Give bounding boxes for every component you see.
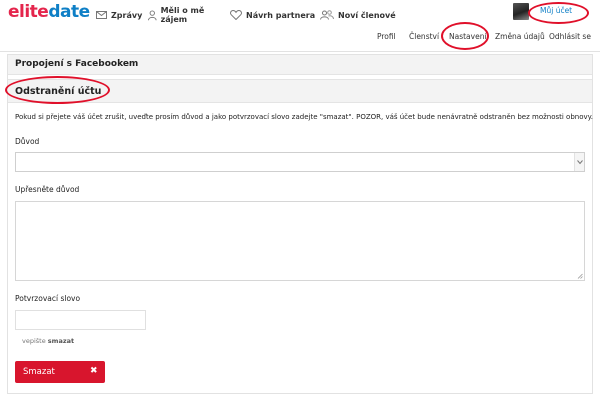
confirm-word-hint: vepište smazat <box>22 337 75 345</box>
person-icon <box>148 9 157 20</box>
details-textarea[interactable] <box>15 201 585 281</box>
account-subnav: Profil Členství Nastavení Změna údajů Od… <box>0 32 600 44</box>
resize-grip-icon[interactable] <box>577 273 583 279</box>
close-icon: ✖ <box>90 366 98 376</box>
confirm-word-label: Potvrzovací slovo <box>15 294 81 303</box>
nav-new-members[interactable]: Noví členové <box>320 6 410 24</box>
subnav-settings[interactable]: Nastavení <box>449 32 487 41</box>
chevron-down-icon <box>574 153 584 171</box>
confirm-word-input[interactable] <box>15 310 146 330</box>
settings-panel: Propojení s Facebookem Odstranění účtu P… <box>7 54 593 394</box>
nav-partner-suggestion[interactable]: Návrh partnera <box>230 6 320 24</box>
delete-account-section-header: Odstranění účtu <box>8 79 592 103</box>
subnav-profile[interactable]: Profil <box>377 32 396 41</box>
reason-label: Důvod <box>15 137 40 146</box>
delete-account-instructions: Pokud si přejete váš účet zrušit, uveďte… <box>15 113 594 121</box>
user-avatar[interactable] <box>513 3 529 20</box>
facebook-section-header[interactable]: Propojení s Facebookem <box>8 55 592 75</box>
elitedate-logo[interactable]: elitedate <box>8 2 90 22</box>
nav-messages[interactable]: Zprávy <box>96 6 148 24</box>
subnav-change-details[interactable]: Změna údajů <box>495 32 545 41</box>
envelope-icon <box>96 11 107 19</box>
details-label: Upřesněte důvod <box>15 185 80 194</box>
heart-icon <box>230 10 242 20</box>
subnav-logout[interactable]: Odhlásit se <box>549 32 591 41</box>
top-navigation: Zprávy Měli o mě zájem Návrh partnera No… <box>96 6 410 24</box>
nav-interested-in-me[interactable]: Měli o mě zájem <box>148 6 230 24</box>
subnav-membership[interactable]: Členství <box>409 32 439 41</box>
delete-account-button[interactable]: Smazat ✖ <box>15 361 105 383</box>
my-account-link[interactable]: Můj účet <box>540 6 572 15</box>
people-icon <box>320 10 334 20</box>
top-bar: elitedate Zprávy Měli o mě zájem Návrh p… <box>0 0 600 52</box>
reason-select[interactable] <box>15 152 585 172</box>
